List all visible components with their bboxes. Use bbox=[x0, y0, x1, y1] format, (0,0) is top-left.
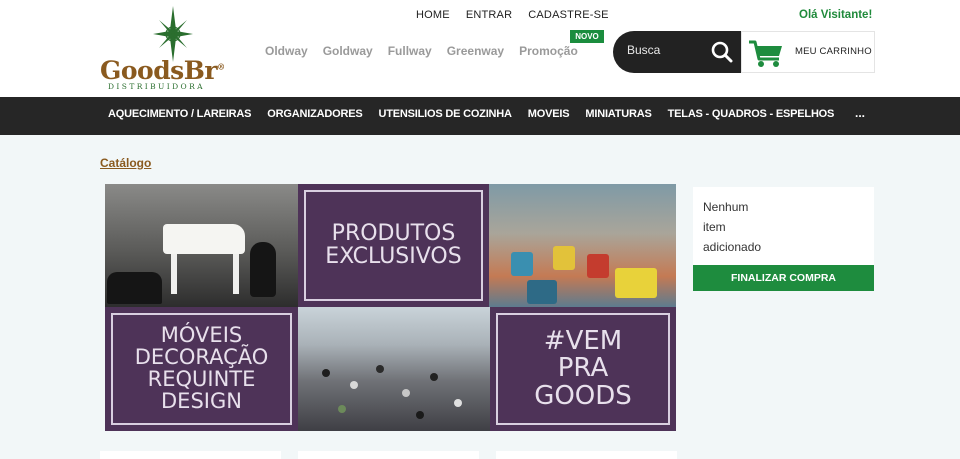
crowd-shape bbox=[350, 381, 358, 389]
banner-photo-colorful-chairs bbox=[489, 184, 676, 307]
banner-text-line: #VEM bbox=[543, 326, 623, 357]
chair-shape bbox=[527, 280, 557, 304]
search-box bbox=[613, 31, 741, 73]
category-telas-quadros-espelhos[interactable]: TELAS - QUADROS - ESPELHOS bbox=[668, 108, 835, 120]
compass-star-icon bbox=[153, 6, 193, 62]
hero-banner[interactable]: PRODUTOS EXCLUSIVOS MÓVEIS DECORAÇÃO REQ… bbox=[105, 184, 676, 431]
breadcrumb-catalogo[interactable]: Catálogo bbox=[100, 156, 151, 170]
brand-link-goldway[interactable]: Goldway bbox=[323, 44, 373, 58]
logo-wordmark: GoodsBr® bbox=[100, 56, 225, 85]
banner-tile-furniture: MÓVEIS DECORAÇÃO REQUINTE DESIGN bbox=[105, 307, 298, 431]
nav-login-link[interactable]: ENTRAR bbox=[466, 9, 512, 21]
banner-text-line: EXCLUSIVOS bbox=[325, 243, 462, 269]
search-input[interactable] bbox=[627, 43, 707, 57]
chair-shape bbox=[615, 268, 657, 298]
brand-link-promocao[interactable]: Promoção bbox=[519, 44, 578, 58]
category-organizadores[interactable]: ORGANIZADORES bbox=[267, 108, 362, 120]
chair-shape bbox=[587, 254, 609, 278]
piano-shape bbox=[163, 224, 245, 254]
category-aquecimento-lareiras[interactable]: AQUECIMENTO / LAREIRAS bbox=[108, 108, 251, 120]
checkout-button[interactable]: FINALIZAR COMPRA bbox=[693, 265, 874, 291]
visitor-greeting: Olá Visitante! bbox=[799, 9, 873, 21]
crowd-shape bbox=[430, 373, 438, 381]
more-categories-button[interactable]: ... bbox=[855, 106, 865, 120]
cart-sidebar: Nenhum item adicionado bbox=[693, 187, 874, 265]
top-nav: HOME ENTRAR CADASTRE-SE bbox=[416, 9, 609, 21]
sofa-shape bbox=[107, 272, 162, 304]
brand-nav: Oldway Goldway Fullway Greenway Promoção bbox=[265, 44, 578, 58]
chair-shape bbox=[511, 252, 533, 276]
cart-button[interactable]: MEU CARRINHO bbox=[741, 31, 875, 73]
category-bar: AQUECIMENTO / LAREIRAS ORGANIZADORES UTE… bbox=[0, 97, 960, 135]
banner-tile-exclusive: PRODUTOS EXCLUSIVOS bbox=[298, 184, 489, 307]
nav-home-link[interactable]: HOME bbox=[416, 9, 450, 21]
brand-link-greenway[interactable]: Greenway bbox=[447, 44, 504, 58]
crowd-shape bbox=[416, 411, 424, 419]
brand-link-oldway[interactable]: Oldway bbox=[265, 44, 308, 58]
banner-text-line: PRA bbox=[557, 353, 609, 384]
category-utensilios-de-cozinha[interactable]: UTENSILIOS DE COZINHA bbox=[378, 108, 512, 120]
crowd-shape bbox=[338, 405, 346, 413]
logo-subtitle: DISTRIBUIDORA bbox=[108, 82, 205, 91]
cart-empty-message: Nenhum item adicionado bbox=[703, 200, 762, 254]
product-card[interactable] bbox=[298, 451, 479, 459]
cart-icon bbox=[749, 40, 782, 67]
product-card[interactable] bbox=[100, 451, 281, 459]
crowd-shape bbox=[322, 369, 330, 377]
nav-register-link[interactable]: CADASTRE-SE bbox=[528, 9, 608, 21]
banner-text-line: MÓVEIS bbox=[160, 323, 243, 348]
banner-photo-crowd bbox=[298, 307, 490, 431]
crowd-shape bbox=[376, 365, 384, 373]
new-badge: NOVO bbox=[570, 30, 604, 43]
search-icon[interactable] bbox=[711, 41, 733, 63]
chair-shape bbox=[553, 246, 575, 270]
brand-link-fullway[interactable]: Fullway bbox=[388, 44, 432, 58]
banner-text-line: GOODS bbox=[534, 380, 632, 411]
category-moveis[interactable]: MOVEIS bbox=[528, 108, 570, 120]
piano-leg bbox=[233, 254, 239, 294]
category-miniaturas[interactable]: MINIATURAS bbox=[585, 108, 651, 120]
crowd-shape bbox=[454, 399, 462, 407]
site-header: GoodsBr® DISTRIBUIDORA HOME ENTRAR CADAS… bbox=[0, 0, 960, 97]
banner-photo-piano-showroom bbox=[105, 184, 298, 307]
person-shape bbox=[250, 242, 276, 297]
site-logo[interactable]: GoodsBr® DISTRIBUIDORA bbox=[100, 6, 225, 91]
crowd-shape bbox=[402, 389, 410, 397]
banner-text-line: DECORAÇÃO bbox=[134, 345, 269, 370]
banner-tile-vem-pra-goods: #VEM PRA GOODS bbox=[490, 307, 676, 431]
cart-label: MEU CARRINHO bbox=[795, 46, 872, 57]
banner-text-line: REQUINTE bbox=[147, 367, 256, 391]
product-card[interactable] bbox=[496, 451, 677, 459]
banner-text-line: DESIGN bbox=[161, 388, 242, 413]
piano-leg bbox=[171, 254, 177, 294]
banner-text-line: PRODUTOS bbox=[331, 220, 456, 246]
